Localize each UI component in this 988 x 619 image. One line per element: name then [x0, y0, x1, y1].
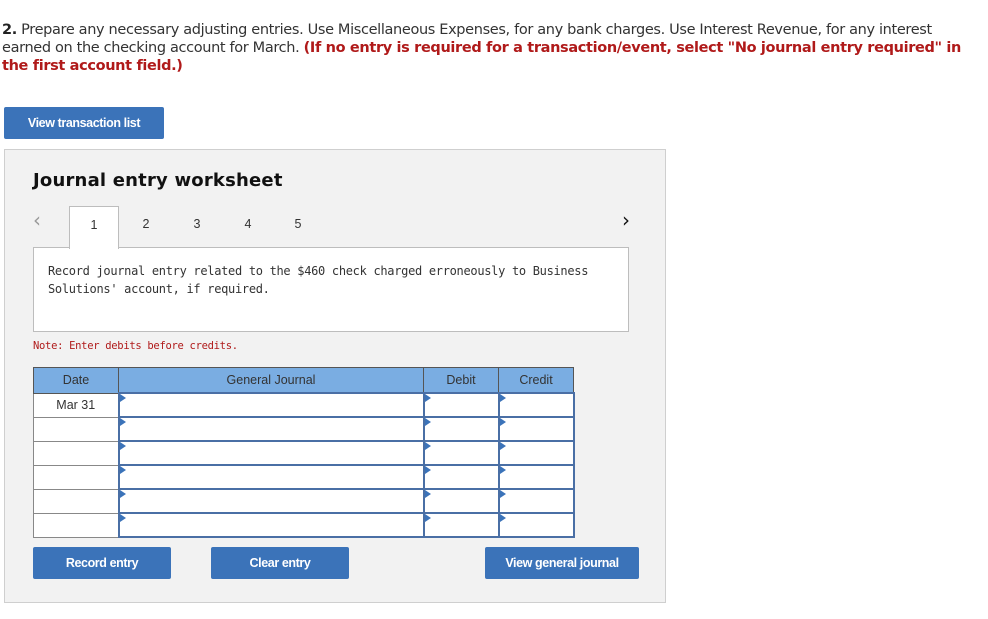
dropdown-indicator-icon [499, 490, 506, 498]
debit-input[interactable] [424, 418, 498, 440]
debit-input-cell [422, 416, 500, 442]
header-credit: Credit [498, 367, 574, 394]
account-select[interactable] [119, 514, 423, 536]
debit-input-cell [422, 464, 500, 490]
account-select[interactable] [119, 490, 423, 512]
date-cell [33, 464, 119, 490]
debit-input-cell [422, 512, 500, 538]
dropdown-indicator-icon [424, 490, 431, 498]
table-row [33, 440, 575, 466]
date-cell [33, 416, 119, 442]
general-journal-table: Date General Journal Debit Credit Mar 31 [33, 367, 575, 538]
dropdown-indicator-icon [119, 394, 126, 402]
debit-input-cell [422, 488, 500, 514]
view-transaction-list-button[interactable]: View transaction list [4, 107, 164, 139]
dropdown-indicator-icon [499, 418, 506, 426]
dropdown-indicator-icon [499, 394, 506, 402]
credit-input-cell [497, 392, 575, 418]
worksheet-tab-3[interactable]: 3 [172, 206, 222, 248]
account-select-cell [117, 488, 425, 514]
date-cell [33, 512, 119, 538]
worksheet-title: Journal entry worksheet [33, 170, 283, 191]
view-general-journal-button[interactable]: View general journal [485, 547, 639, 579]
debit-credit-note: Note: Enter debits before credits. [33, 340, 238, 352]
dropdown-indicator-icon [424, 442, 431, 450]
credit-input-cell [497, 488, 575, 514]
worksheet-tab-1[interactable]: 1 [69, 206, 119, 249]
table-row [33, 416, 575, 442]
dropdown-indicator-icon [424, 514, 431, 522]
question-text: 2. Prepare any necessary adjusting entri… [2, 21, 962, 75]
date-cell: Mar 31 [33, 392, 119, 418]
worksheet-tab-4[interactable]: 4 [223, 206, 273, 248]
chevron-left-icon[interactable]: ‹ [33, 208, 41, 232]
account-select-cell [117, 512, 425, 538]
credit-input-cell [497, 416, 575, 442]
credit-input[interactable] [499, 394, 573, 416]
credit-input-cell [497, 464, 575, 490]
dropdown-indicator-icon [499, 442, 506, 450]
dropdown-indicator-icon [119, 514, 126, 522]
credit-input-cell [497, 512, 575, 538]
transaction-description: Record journal entry related to the $460… [33, 247, 629, 332]
credit-input[interactable] [499, 466, 573, 488]
dropdown-indicator-icon [424, 418, 431, 426]
debit-input[interactable] [424, 490, 498, 512]
debit-input-cell [422, 392, 500, 418]
header-debit: Debit [423, 367, 499, 394]
credit-input-cell [497, 440, 575, 466]
account-select[interactable] [119, 466, 423, 488]
debit-input-cell [422, 440, 500, 466]
dropdown-indicator-icon [499, 466, 506, 474]
credit-input[interactable] [499, 442, 573, 464]
dropdown-indicator-icon [119, 418, 126, 426]
credit-input[interactable] [499, 418, 573, 440]
debit-input[interactable] [424, 394, 498, 416]
account-select[interactable] [119, 418, 423, 440]
table-row [33, 488, 575, 514]
worksheet-tab-2[interactable]: 2 [121, 206, 171, 248]
account-select[interactable] [119, 442, 423, 464]
question-number: 2. [2, 22, 17, 38]
debit-input[interactable] [424, 466, 498, 488]
credit-input[interactable] [499, 514, 573, 536]
clear-entry-button[interactable]: Clear entry [211, 547, 349, 579]
dropdown-indicator-icon [119, 490, 126, 498]
dropdown-indicator-icon [424, 394, 431, 402]
date-cell [33, 440, 119, 466]
date-cell [33, 488, 119, 514]
account-select-cell [117, 392, 425, 418]
account-select[interactable] [119, 394, 423, 416]
credit-input[interactable] [499, 490, 573, 512]
header-general-journal: General Journal [118, 367, 424, 394]
dropdown-indicator-icon [499, 514, 506, 522]
table-row [33, 464, 575, 490]
dropdown-indicator-icon [119, 442, 126, 450]
dropdown-indicator-icon [424, 466, 431, 474]
journal-entry-worksheet-panel: Journal entry worksheet ‹ 1 2 3 4 5 › Re… [4, 149, 666, 603]
account-select-cell [117, 440, 425, 466]
header-date: Date [33, 367, 119, 394]
debit-input[interactable] [424, 442, 498, 464]
account-select-cell [117, 464, 425, 490]
worksheet-tab-5[interactable]: 5 [273, 206, 323, 248]
dropdown-indicator-icon [119, 466, 126, 474]
chevron-right-icon[interactable]: › [622, 208, 630, 232]
account-select-cell [117, 416, 425, 442]
table-row [33, 512, 575, 538]
table-row: Mar 31 [33, 392, 575, 418]
record-entry-button[interactable]: Record entry [33, 547, 171, 579]
debit-input[interactable] [424, 514, 498, 536]
